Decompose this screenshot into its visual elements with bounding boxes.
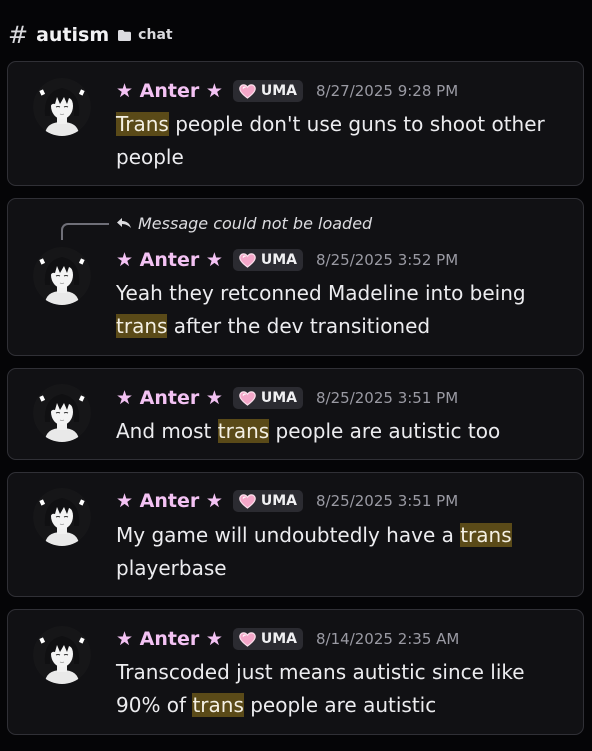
guild-tag[interactable]: UMA: [232, 80, 304, 102]
message-content: And most trans people are autistic too: [116, 415, 566, 448]
message-meta: ★ Anter ★ UMA 8/25/2025 3:52 PM: [116, 246, 458, 274]
heart-icon: [239, 390, 256, 406]
message-text: after the dev transitioned: [167, 314, 431, 338]
channel-header: # autism chat: [8, 22, 173, 48]
guild-tag[interactable]: UMA: [232, 628, 304, 650]
message-text: people don't use guns to shoot other peo…: [116, 112, 545, 169]
timestamp: 8/25/2025 3:52 PM: [316, 251, 459, 269]
message-content: My game will undoubtedly have a trans pl…: [116, 519, 566, 585]
timestamp: 8/25/2025 3:51 PM: [316, 492, 459, 510]
message-meta: ★ Anter ★ UMA 8/25/2025 3:51 PM: [116, 384, 458, 412]
search-highlight: trans: [192, 693, 244, 717]
message-card[interactable]: ★ Anter ★ UMA 8/25/2025 3:51 PM And most…: [7, 368, 584, 460]
guild-tag[interactable]: UMA: [232, 387, 304, 409]
message-meta: ★ Anter ★ UMA 8/27/2025 9:28 PM: [116, 77, 458, 105]
guild-tag-label: UMA: [260, 252, 298, 268]
message-text: people are autistic too: [269, 419, 501, 443]
search-highlight: Trans: [116, 112, 169, 136]
avatar[interactable]: [33, 384, 91, 442]
guild-tag-label: UMA: [260, 631, 298, 647]
author-name[interactable]: ★ Anter ★: [116, 490, 223, 512]
search-highlight: trans: [217, 419, 270, 443]
message-text: And most: [116, 419, 218, 443]
avatar[interactable]: [33, 78, 91, 136]
message-meta: ★ Anter ★ UMA 8/25/2025 3:51 PM: [116, 487, 458, 515]
channel-name[interactable]: autism: [36, 24, 109, 46]
folder-icon: [117, 29, 132, 42]
guild-tag-label: UMA: [260, 493, 298, 509]
message-content: Yeah they retconned Madeline into being …: [116, 277, 566, 343]
message-text: My game will undoubtedly have a: [116, 523, 461, 547]
avatar[interactable]: [33, 626, 91, 684]
guild-tag[interactable]: UMA: [232, 490, 304, 512]
search-highlight: trans: [116, 314, 168, 338]
channel-sub-label[interactable]: chat: [138, 27, 172, 43]
timestamp: 8/14/2025 2:35 AM: [316, 630, 460, 648]
message-meta: ★ Anter ★ UMA 8/14/2025 2:35 AM: [116, 625, 459, 653]
reply-preview[interactable]: Message could not be loaded: [116, 211, 372, 235]
author-name[interactable]: ★ Anter ★: [116, 249, 223, 271]
message-text: playerbase: [116, 556, 227, 580]
author-name[interactable]: ★ Anter ★: [116, 387, 223, 409]
guild-tag-label: UMA: [260, 83, 298, 99]
message-card[interactable]: ★ Anter ★ UMA 8/27/2025 9:28 PM Trans pe…: [7, 61, 584, 186]
reply-spine: [61, 223, 109, 240]
heart-icon: [239, 631, 256, 647]
message-content: Trans people don't use guns to shoot oth…: [116, 108, 566, 174]
guild-tag[interactable]: UMA: [232, 249, 304, 271]
author-name[interactable]: ★ Anter ★: [116, 80, 223, 102]
heart-icon: [239, 83, 256, 99]
guild-tag-label: UMA: [260, 390, 298, 406]
avatar[interactable]: [33, 247, 91, 305]
message-card[interactable]: ★ Anter ★ UMA 8/25/2025 3:51 PM My game …: [7, 472, 584, 597]
timestamp: 8/27/2025 9:28 PM: [316, 82, 459, 100]
heart-icon: [239, 252, 256, 268]
message-content: Transcoded just means autistic since lik…: [116, 656, 566, 722]
search-highlight: trans: [460, 523, 512, 547]
hash-icon: #: [8, 21, 29, 49]
message-text: Yeah they retconned Madeline into being: [116, 281, 526, 305]
timestamp: 8/25/2025 3:51 PM: [316, 389, 459, 407]
reply-arrow-icon: [116, 217, 132, 229]
message-card[interactable]: ★ Anter ★ UMA 8/14/2025 2:35 AM Transcod…: [7, 609, 584, 735]
author-name[interactable]: ★ Anter ★: [116, 628, 223, 650]
avatar[interactable]: [33, 488, 91, 546]
message-text: people are autistic: [243, 693, 437, 717]
heart-icon: [239, 493, 256, 509]
reply-text: Message could not be loaded: [138, 213, 373, 233]
message-card[interactable]: Message could not be loaded ★ Anter ★ UM…: [7, 198, 584, 356]
